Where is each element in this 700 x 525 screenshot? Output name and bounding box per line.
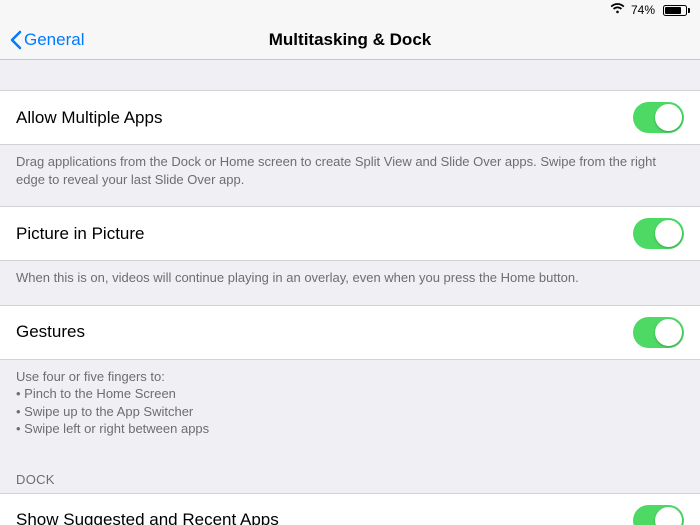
- toggle-gestures[interactable]: [633, 317, 684, 348]
- footer-gestures: Use four or five fingers to: • Pinch to …: [0, 360, 700, 456]
- toggle-show-suggested-recent[interactable]: [633, 505, 684, 525]
- footer-picture-in-picture: When this is on, videos will continue pl…: [0, 261, 700, 305]
- navigation-bar: General Multitasking & Dock: [0, 20, 700, 60]
- wifi-icon: [610, 3, 625, 17]
- battery-icon: [661, 5, 690, 16]
- toggle-allow-multiple-apps[interactable]: [633, 102, 684, 133]
- row-label: Show Suggested and Recent Apps: [16, 510, 279, 525]
- page-title: Multitasking & Dock: [269, 30, 431, 50]
- toggle-picture-in-picture[interactable]: [633, 218, 684, 249]
- row-picture-in-picture[interactable]: Picture in Picture: [0, 206, 700, 261]
- row-label: Picture in Picture: [16, 224, 145, 244]
- row-label: Allow Multiple Apps: [16, 108, 162, 128]
- settings-content: Allow Multiple Apps Drag applications fr…: [0, 60, 700, 525]
- row-show-suggested-recent[interactable]: Show Suggested and Recent Apps: [0, 493, 700, 525]
- status-bar: 74%: [0, 0, 700, 20]
- row-allow-multiple-apps[interactable]: Allow Multiple Apps: [0, 90, 700, 145]
- back-label: General: [24, 30, 84, 50]
- row-gestures[interactable]: Gestures: [0, 305, 700, 360]
- row-label: Gestures: [16, 322, 85, 342]
- chevron-left-icon: [10, 30, 22, 50]
- section-header-dock: DOCK: [0, 456, 700, 493]
- battery-percentage: 74%: [631, 3, 655, 17]
- footer-allow-multiple-apps: Drag applications from the Dock or Home …: [0, 145, 700, 206]
- back-button[interactable]: General: [10, 30, 84, 50]
